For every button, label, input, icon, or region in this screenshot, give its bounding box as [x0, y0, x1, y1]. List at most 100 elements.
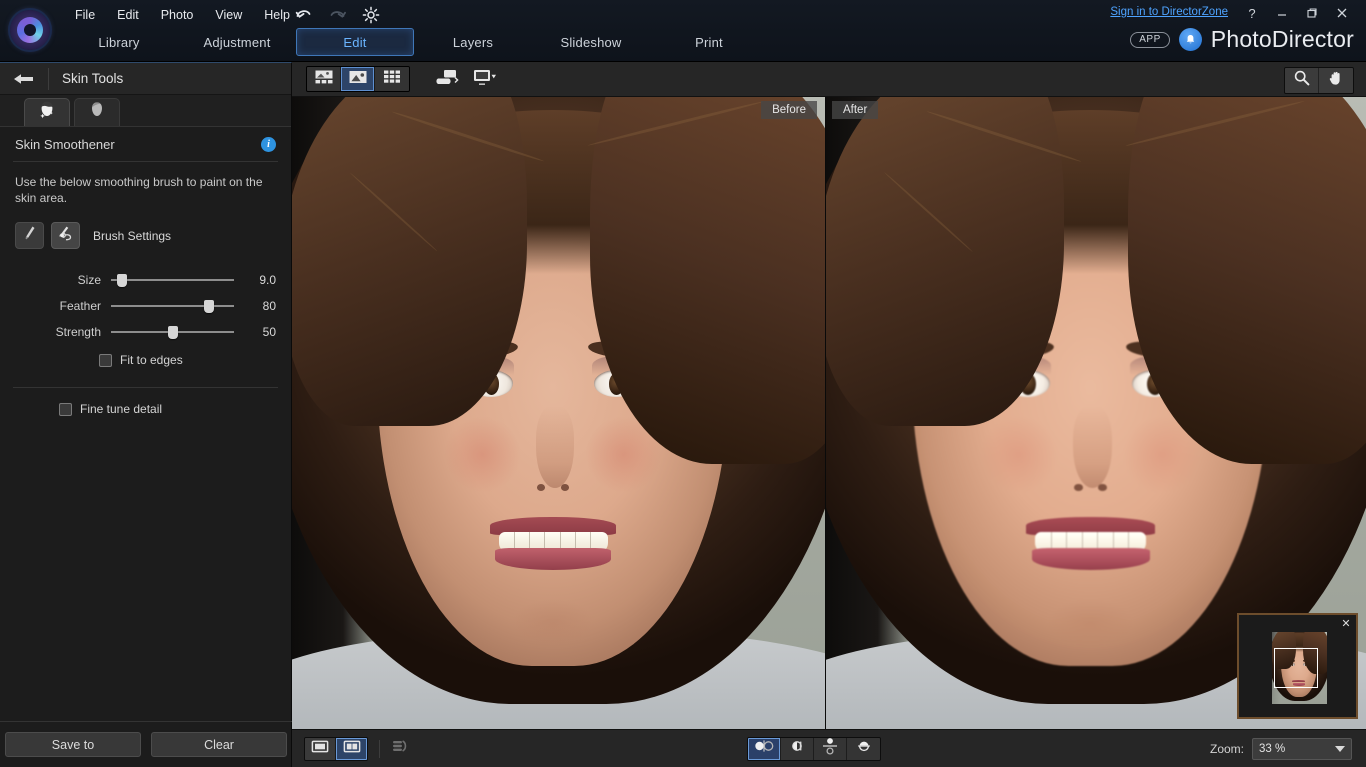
single-view-button[interactable]	[341, 67, 375, 91]
split-pane-button[interactable]	[336, 738, 367, 760]
back-arrow-icon[interactable]	[0, 72, 48, 86]
menu-item-file[interactable]: File	[64, 5, 106, 26]
app-logo-icon	[10, 10, 50, 50]
help-text: Use the below smoothing brush to paint o…	[13, 174, 278, 222]
compare-left-right-overlay-button[interactable]	[781, 738, 814, 760]
monitor-icon	[472, 68, 498, 91]
image-canvas[interactable]: Before	[292, 97, 1366, 729]
undo-icon[interactable]	[292, 4, 314, 26]
layers-stack-button[interactable]	[391, 738, 411, 759]
photodirector-window: File Edit Photo View Help	[0, 0, 1366, 767]
bottom-divider	[379, 740, 380, 758]
app-badge[interactable]: APP	[1130, 32, 1170, 48]
filmstrip-view-button[interactable]	[307, 67, 341, 91]
top-bottom-split-icon	[821, 737, 839, 761]
fine-tune-detail-checkbox[interactable]	[59, 403, 72, 416]
grid-view-button[interactable]	[375, 67, 409, 91]
skin-smoothener-tab[interactable]	[24, 98, 70, 126]
zoom-tool-button[interactable]	[1285, 68, 1319, 93]
fit-to-edges-label: Fit to edges	[120, 353, 183, 367]
single-pane-button[interactable]	[305, 738, 336, 760]
slider-size-track[interactable]	[111, 273, 234, 287]
section-title: Skin Smoothener	[15, 137, 115, 152]
slider-size: Size 9.0	[13, 267, 278, 293]
slider-size-label: Size	[15, 273, 111, 287]
tab-slideshow[interactable]: Slideshow	[532, 28, 650, 56]
chevron-down-icon	[1335, 746, 1345, 752]
before-pane[interactable]: Before	[292, 97, 825, 729]
face-shaper-tab[interactable]	[74, 98, 120, 126]
slider-feather-track[interactable]	[111, 299, 234, 313]
viewer-bottom-bar: Zoom: 33 %	[292, 729, 1366, 767]
fit-screen-button[interactable]	[428, 66, 466, 92]
zoom-label: Zoom:	[1210, 742, 1244, 756]
compare-left-right-split-button[interactable]	[748, 738, 781, 760]
menu-item-photo[interactable]: Photo	[150, 5, 205, 26]
tab-print[interactable]: Print	[650, 28, 768, 56]
notification-bell-icon[interactable]	[1179, 28, 1202, 51]
navigator-close-icon[interactable]: ✕	[1339, 616, 1353, 630]
close-button[interactable]	[1328, 2, 1356, 24]
split-divider[interactable]	[825, 97, 826, 729]
left-right-split-icon	[753, 739, 775, 758]
hand-tool-button[interactable]	[1319, 68, 1353, 93]
slider-strength-label: Strength	[15, 325, 111, 339]
left-right-overlay-icon	[786, 739, 808, 758]
menu-item-edit[interactable]: Edit	[106, 5, 150, 26]
main-navigation-tabs: Library Adjustment Edit Layers Slideshow…	[60, 28, 768, 56]
slider-strength: Strength 50	[13, 319, 278, 345]
tab-edit[interactable]: Edit	[296, 28, 414, 56]
slider-feather: Feather 80	[13, 293, 278, 319]
brush-settings-button[interactable]	[51, 222, 80, 249]
history-tools	[292, 2, 382, 28]
fit-to-edges-checkbox[interactable]	[99, 354, 112, 367]
before-label: Before	[761, 101, 817, 119]
compare-top-bottom-split-button[interactable]	[814, 738, 847, 760]
slider-strength-track[interactable]	[111, 325, 234, 339]
slider-strength-handle[interactable]	[168, 326, 178, 339]
navigator-viewport-rect[interactable]	[1274, 648, 1318, 688]
menu-item-view[interactable]: View	[204, 5, 253, 26]
top-bottom-overlay-icon	[854, 737, 874, 760]
clear-button[interactable]: Clear	[151, 732, 287, 757]
viewer-toolbar	[292, 62, 1366, 97]
pane-layout-group	[304, 737, 368, 761]
signin-directorzone-link[interactable]: Sign in to DirectorZone	[1110, 6, 1228, 18]
settings-gear-icon[interactable]	[360, 4, 382, 26]
tab-layers[interactable]: Layers	[414, 28, 532, 56]
panel-header: Skin Tools	[0, 63, 291, 95]
face-shape-icon	[86, 99, 108, 126]
after-label: After	[832, 101, 878, 119]
brush-stroke-icon	[21, 224, 39, 247]
save-to-button[interactable]: Save to	[5, 732, 141, 757]
compare-mode-group	[747, 737, 881, 761]
tab-library[interactable]: Library	[60, 28, 178, 56]
navigator-panel[interactable]: ✕	[1237, 613, 1358, 719]
brush-hand-icon	[56, 224, 75, 248]
display-mode-button[interactable]	[466, 66, 504, 92]
compare-top-bottom-overlay-button[interactable]	[847, 738, 880, 760]
brand-name: PhotoDirector	[1211, 26, 1354, 53]
before-photo	[292, 97, 825, 729]
help-button[interactable]: ?	[1238, 2, 1266, 24]
section-divider	[13, 161, 278, 162]
panel-footer: Save to Clear	[0, 721, 292, 767]
slider-feather-handle[interactable]	[204, 300, 214, 313]
zoom-select[interactable]: 33 %	[1252, 738, 1352, 760]
slider-size-handle[interactable]	[117, 274, 127, 287]
hand-icon	[1327, 69, 1345, 92]
info-icon[interactable]: i	[261, 137, 276, 152]
minimize-button[interactable]	[1268, 2, 1296, 24]
skin-tools-panel: Skin Tools	[0, 62, 292, 767]
tab-adjustment[interactable]: Adjustment	[178, 28, 296, 56]
restore-button[interactable]	[1298, 2, 1326, 24]
view-mode-group	[306, 66, 410, 92]
brush-settings-label: Brush Settings	[93, 229, 171, 243]
slider-size-value: 9.0	[234, 273, 276, 287]
grid-icon	[383, 69, 401, 89]
fine-tune-detail-row: Fine tune detail	[13, 394, 278, 424]
brush-tool-button[interactable]	[15, 222, 44, 249]
section-header: Skin Smoothener i	[13, 127, 278, 161]
redo-icon[interactable]	[326, 4, 348, 26]
zoom-value: 33 %	[1259, 743, 1285, 755]
